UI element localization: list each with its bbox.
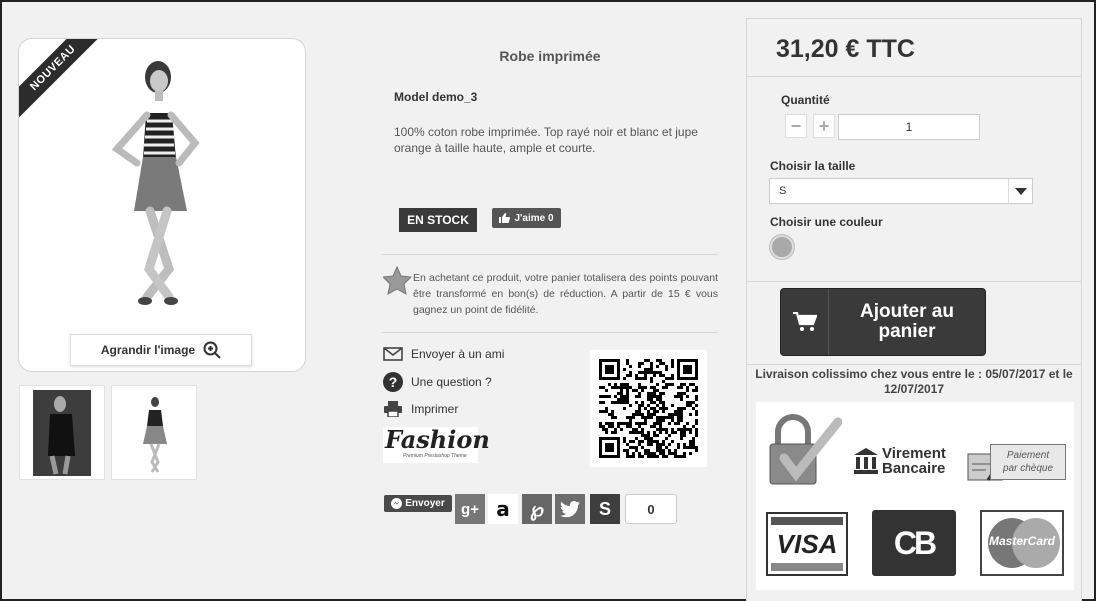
payment-methods: Virement Bancaire Paiement par chèque VISA… <box>756 402 1074 590</box>
thumbnail-2[interactable] <box>111 385 197 480</box>
cart-icon <box>792 312 817 331</box>
cheque-logo: Paiement par chèque <box>966 444 1066 488</box>
amazon-share-button[interactable]: a <box>488 494 518 524</box>
product-image-frame[interactable]: NOUVEAU <box>18 38 306 372</box>
size-value: S <box>779 185 787 197</box>
cb-text: CB <box>893 524 937 561</box>
color-label: Choisir une couleur <box>770 215 883 229</box>
divider <box>747 76 1081 77</box>
qr-code <box>590 350 707 467</box>
thumbnail-photo <box>143 397 167 473</box>
quantity-decrease-button[interactable]: − <box>785 114 807 138</box>
transfer-line1: Virement <box>882 445 946 462</box>
delivery-estimate: Livraison colissimo chez vous entre le :… <box>755 367 1073 396</box>
product-title: Robe imprimée <box>499 48 601 64</box>
visa-text: VISA <box>776 529 838 559</box>
divider <box>382 332 718 333</box>
minus-icon: − <box>790 115 802 136</box>
print-link[interactable]: Imprimer <box>383 399 458 419</box>
divider <box>747 364 1081 365</box>
quantity-increase-button[interactable]: + <box>813 114 835 138</box>
stock-badge: EN STOCK <box>399 208 477 232</box>
loyalty-text: En achetant ce produit, votre panier tot… <box>413 272 718 316</box>
size-label: Choisir la taille <box>770 159 856 173</box>
product-price: 31,20 € TTC <box>776 35 915 63</box>
plus-icon: + <box>818 115 830 136</box>
color-swatch-grey[interactable] <box>770 235 794 259</box>
envelope-icon <box>383 347 403 361</box>
visa-logo: VISA <box>766 512 848 576</box>
cheque-line1: Paiement <box>1006 450 1050 461</box>
secure-payment-lock-icon <box>769 414 842 485</box>
divider <box>382 254 718 255</box>
cb-logo: CB <box>872 510 956 576</box>
transfer-line2: Bancaire <box>882 460 946 477</box>
thumbnail-1[interactable] <box>19 385 105 480</box>
add-to-cart-button[interactable]: Ajouter au panier <box>780 288 986 356</box>
question-icon: ? <box>383 372 403 392</box>
thumbs-up-icon <box>499 213 511 223</box>
svg-text:?: ? <box>389 374 398 390</box>
cheque-line2: par chèque <box>1002 463 1054 474</box>
googleplus-share-button[interactable]: g+ <box>455 494 485 524</box>
question-label: Une question ? <box>411 375 492 389</box>
send-to-friend-label: Envoyer à un ami <box>411 347 505 361</box>
stumbleupon-icon: S <box>598 498 611 519</box>
stumbleupon-share-button[interactable]: S <box>590 494 620 524</box>
question-link[interactable]: ? Une question ? <box>383 372 492 392</box>
send-to-friend-link[interactable]: Envoyer à un ami <box>383 344 504 364</box>
divider <box>747 281 1081 282</box>
brand-logo: Fashion Premium Prestashop Theme <box>383 425 490 463</box>
twitter-share-button[interactable] <box>555 494 585 524</box>
messenger-icon <box>391 498 403 509</box>
bank-transfer-logo: Virement Bancaire <box>854 446 946 476</box>
facebook-like-button[interactable]: J'aime 0 <box>492 208 561 228</box>
loyalty-star-icon <box>383 266 413 295</box>
printer-icon <box>384 401 402 417</box>
bank-icon <box>854 448 878 474</box>
share-count: 0 <box>625 494 677 524</box>
brand-name: Fashion <box>385 425 490 454</box>
quantity-label: Quantité <box>781 93 830 107</box>
product-description: 100% coton robe imprimée. Top rayé noir … <box>394 125 698 155</box>
size-select[interactable]: S <box>769 178 1033 204</box>
messenger-send-button[interactable]: Envoyer <box>384 495 452 512</box>
zoom-label: Agrandir l'image <box>100 343 196 357</box>
like-label: J'aime 0 <box>514 212 554 224</box>
zoom-in-icon <box>203 341 221 359</box>
mastercard-logo: MasterCard <box>980 510 1064 576</box>
pinterest-share-button[interactable]: ℘ <box>522 494 552 524</box>
send-label: Envoyer <box>405 498 445 509</box>
googleplus-icon: g+ <box>461 500 479 518</box>
mastercard-text: MasterCard <box>988 534 1056 548</box>
quantity-input[interactable]: 1 <box>838 114 980 140</box>
chevron-down-icon <box>1008 179 1032 203</box>
qr-code-image <box>599 359 698 458</box>
zoom-button[interactable]: Agrandir l'image <box>70 334 252 366</box>
amazon-icon: a <box>496 497 510 521</box>
twitter-icon <box>560 500 580 517</box>
print-label: Imprimer <box>411 402 459 416</box>
product-reference: Model demo_3 <box>394 90 478 104</box>
pinterest-icon: ℘ <box>530 498 544 521</box>
thumbnail-photo <box>33 390 91 476</box>
product-photo <box>111 61 200 305</box>
add-to-cart-label: Ajouter au panier <box>860 301 954 342</box>
